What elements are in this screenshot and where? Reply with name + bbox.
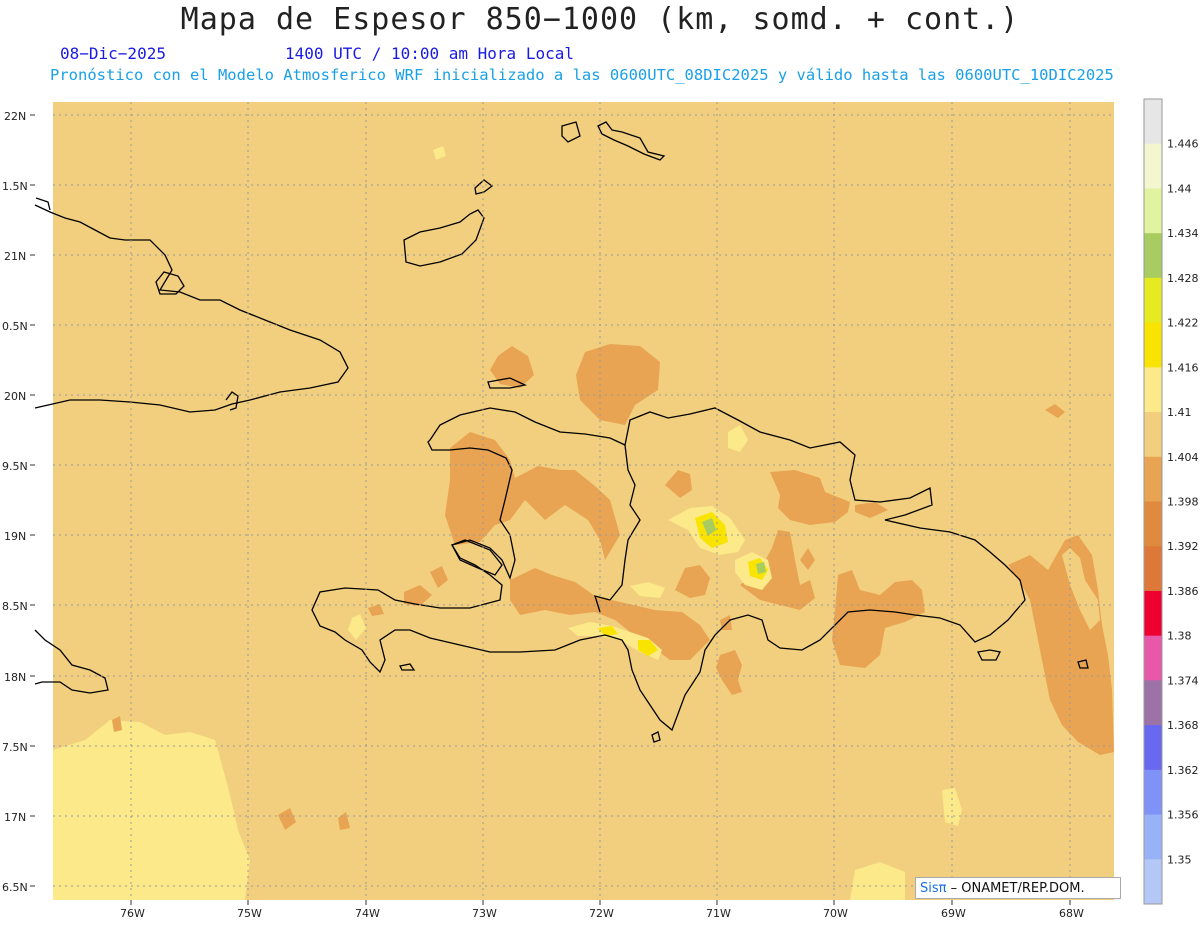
- colorbar-swatch: [1144, 99, 1162, 145]
- colorbar-swatch: [1144, 233, 1162, 279]
- credit-badge: Sisπ – ONAMET/REP.DOM.: [915, 877, 1121, 899]
- colorbar-tick-label: 1.392: [1167, 540, 1199, 553]
- colorbar-swatch: [1144, 725, 1162, 771]
- lon-label: 68W: [1059, 907, 1084, 920]
- colorbar-swatch: [1144, 501, 1162, 547]
- colorbar-swatch: [1144, 769, 1162, 816]
- colorbar-tick-label: 1.41: [1167, 406, 1192, 419]
- colorbar-tick-label: 1.356: [1167, 809, 1199, 822]
- credit-text: – ONAMET/REP.DOM.: [950, 881, 1085, 896]
- lat-label: 8.5N: [2, 600, 28, 613]
- colorbar-tick-label: 1.446: [1167, 138, 1199, 151]
- lat-label: 20N: [4, 390, 26, 403]
- colorbar-swatch: [1144, 143, 1162, 189]
- colorbar-swatch: [1144, 814, 1162, 860]
- lat-label: 0.5N: [2, 320, 28, 333]
- credit-brand: Sisπ: [920, 881, 947, 896]
- colorbar-tick-label: 1.368: [1167, 719, 1199, 732]
- colorbar-tick-label: 1.386: [1167, 585, 1199, 598]
- colorbar-swatch: [1144, 456, 1162, 502]
- colorbar-swatch: [1144, 277, 1162, 324]
- colorbar-tick-label: 1.398: [1167, 496, 1199, 509]
- colorbar-swatch: [1144, 546, 1162, 592]
- colorbar-swatch: [1144, 322, 1162, 368]
- colorbar-tick-label: 1.416: [1167, 361, 1199, 374]
- colorbar-swatch: [1144, 590, 1162, 637]
- lat-label: 7.5N: [2, 741, 28, 754]
- map-figure: 22N 1.5N 21N 0.5N 20N 9.5N 19N 8.5N 18N …: [2, 98, 1199, 920]
- forecast-note: Pronóstico con el Modelo Atmosferico WRF…: [50, 66, 1114, 84]
- lat-label: 1.5N: [2, 180, 28, 193]
- lat-label: 9.5N: [2, 460, 28, 473]
- lon-label: 75W: [237, 907, 262, 920]
- colorbar-tick-label: 1.428: [1167, 272, 1199, 285]
- forecast-time: 1400 UTC / 10:00 am Hora Local: [285, 44, 574, 63]
- colorbar-swatch: [1144, 635, 1162, 681]
- colorbar-swatch: [1144, 680, 1162, 726]
- map-title: Mapa de Espesor 850−1000 (km, somd. + co…: [180, 2, 1020, 37]
- colorbar-tick-label: 1.422: [1167, 317, 1199, 330]
- colorbar-tick-label: 1.434: [1167, 227, 1199, 240]
- latitude-labels: 22N 1.5N 21N 0.5N 20N 9.5N 19N 8.5N 18N …: [2, 110, 28, 894]
- colorbar-tick-label: 1.38: [1167, 630, 1192, 643]
- lat-label: 21N: [4, 250, 26, 263]
- colorbar-tick-label: 1.404: [1167, 451, 1199, 464]
- colorbar-tick-label: 1.44: [1167, 182, 1192, 195]
- lon-label: 74W: [355, 907, 380, 920]
- lat-label: 22N: [4, 110, 26, 123]
- colorbar: [1143, 98, 1163, 905]
- longitude-ticks: [130, 900, 1071, 905]
- lon-label: 72W: [589, 907, 614, 920]
- lat-label: 19N: [4, 530, 26, 543]
- colorbar-swatch: [1144, 412, 1162, 458]
- lat-label: 6.5N: [2, 881, 28, 894]
- colorbar-labels: 1.446 1.44 1.434 1.428 1.422 1.416 1.41 1.404 1.…: [1167, 138, 1199, 867]
- lon-label: 70W: [823, 907, 848, 920]
- colorbar-tick-label: 1.35: [1167, 853, 1192, 866]
- longitude-labels: 76W 75W 74W 73W 72W 71W 70W 69W 68W: [120, 907, 1084, 920]
- latitude-ticks: [30, 114, 35, 887]
- colorbar-swatch: [1144, 859, 1162, 905]
- forecast-date: 08−Dic−2025: [60, 44, 166, 63]
- colorbar-tick-label: 1.374: [1167, 674, 1199, 687]
- colorbar-swatch: [1144, 188, 1162, 234]
- lat-label: 17N: [4, 811, 26, 824]
- lon-label: 71W: [706, 907, 731, 920]
- lon-label: 73W: [472, 907, 497, 920]
- lon-label: 69W: [941, 907, 966, 920]
- colorbar-tick-label: 1.362: [1167, 764, 1199, 777]
- colorbar-swatch: [1144, 367, 1162, 413]
- lon-label: 76W: [120, 907, 145, 920]
- lat-label: 18N: [4, 671, 26, 684]
